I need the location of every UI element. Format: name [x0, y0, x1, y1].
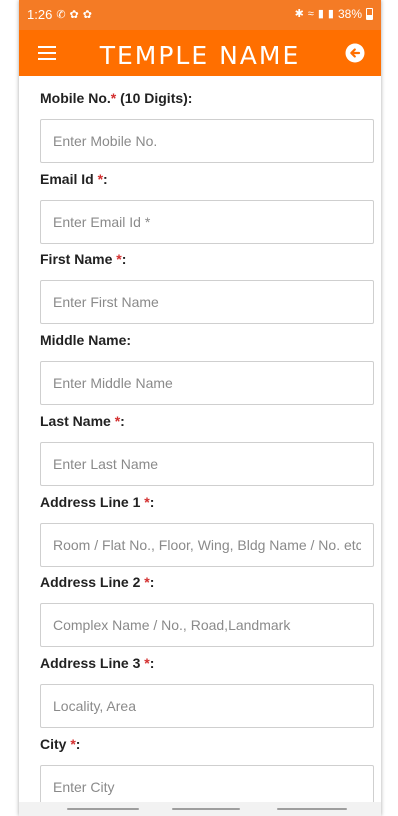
middle-name-label: Middle Name: — [40, 332, 132, 348]
address-line-3-label: Address Line 3 *: — [40, 655, 155, 671]
email-input[interactable] — [40, 200, 374, 244]
back-arrow-icon[interactable] — [345, 43, 365, 63]
screen-frame: 1:26 ✆ ✿ ✿ ✱ ≈ ▮ ▮ 38% TEMPLE NAME Mobil… — [0, 0, 398, 816]
address-line-3-input[interactable] — [40, 684, 374, 728]
status-bar: 1:26 ✆ ✿ ✿ ✱ ≈ ▮ ▮ 38% — [19, 0, 381, 30]
first-name-label: First Name *: — [40, 251, 127, 267]
wifi-icon: ≈ — [307, 8, 314, 20]
first-name-input[interactable] — [40, 280, 374, 324]
whatsapp-icon: ✆ — [56, 8, 66, 21]
middle-name-input[interactable] — [40, 361, 374, 405]
nav-handle-left[interactable] — [67, 808, 139, 810]
address-line-2-input[interactable] — [40, 603, 374, 647]
address-line-1-input[interactable] — [40, 523, 374, 567]
app-screen: 1:26 ✆ ✿ ✿ ✱ ≈ ▮ ▮ 38% TEMPLE NAME Mobil… — [19, 0, 381, 816]
city-label: City *: — [40, 736, 81, 752]
last-name-input[interactable] — [40, 442, 374, 486]
address-line-1-label: Address Line 1 *: — [40, 494, 155, 510]
status-right: ✱ ≈ ▮ ▮ 38% — [295, 7, 373, 21]
volte-signal-icon: ▮ — [327, 8, 334, 20]
notification-icon: ✿ — [82, 8, 92, 21]
status-time: 1:26 — [27, 7, 53, 22]
address-line-2-label: Address Line 2 *: — [40, 574, 155, 590]
email-label: Email Id *: — [40, 171, 108, 187]
notification-icon: ✿ — [69, 8, 79, 21]
battery-percent: 38% — [337, 7, 362, 21]
bluetooth-icon: ✱ — [294, 8, 304, 20]
app-bar: TEMPLE NAME — [19, 30, 381, 76]
mobile-input[interactable] — [40, 119, 374, 163]
app-title: TEMPLE NAME — [99, 41, 301, 70]
nav-handle-center[interactable] — [172, 808, 240, 810]
status-left: 1:26 ✆ ✿ ✿ — [27, 7, 92, 22]
battery-icon — [366, 8, 373, 20]
mobile-label: Mobile No.* (10 Digits): — [40, 90, 193, 106]
nav-handle-right[interactable] — [277, 808, 347, 810]
last-name-label: Last Name *: — [40, 413, 125, 429]
volte-signal-icon: ▮ — [317, 8, 324, 20]
system-nav-bar — [19, 802, 381, 816]
